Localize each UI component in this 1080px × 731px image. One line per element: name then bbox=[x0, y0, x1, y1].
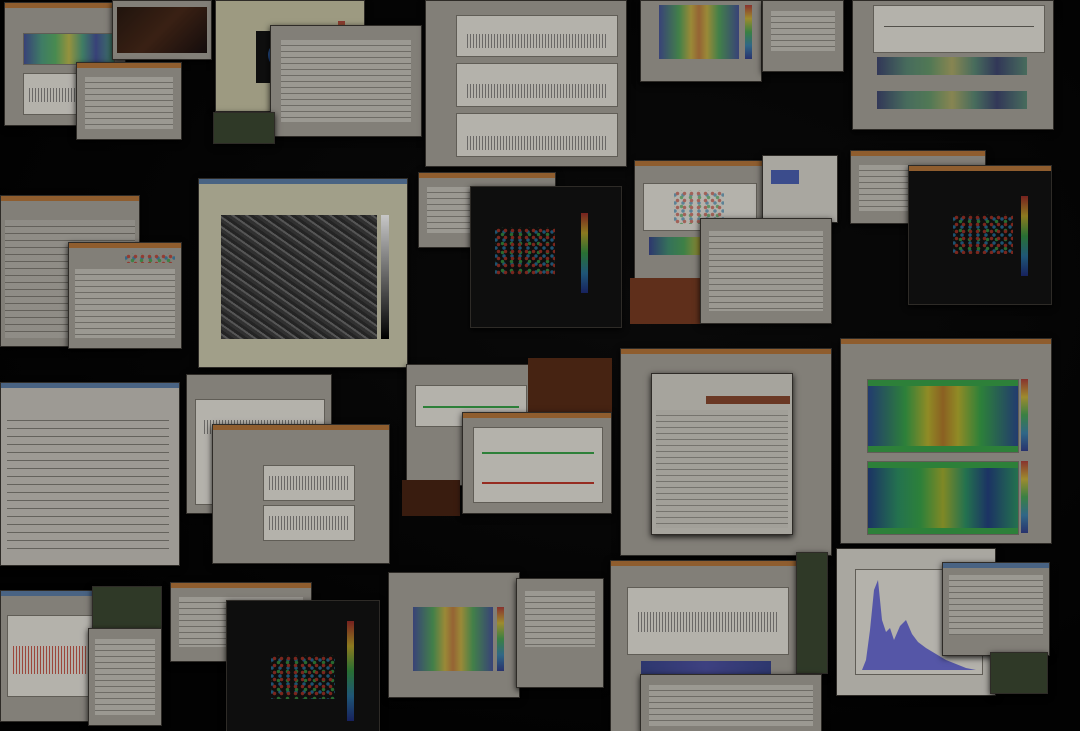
texture-panel bbox=[630, 278, 702, 324]
dialog-text bbox=[85, 77, 173, 129]
image-colorbar bbox=[381, 215, 389, 339]
green-panel bbox=[213, 112, 275, 144]
form-window-2[interactable] bbox=[88, 628, 162, 726]
spectrogram-window-2[interactable] bbox=[640, 0, 762, 82]
spectrogram-window-3[interactable] bbox=[388, 572, 520, 698]
controls-window[interactable] bbox=[700, 218, 832, 324]
spectrum-window[interactable] bbox=[852, 0, 1054, 130]
info-window[interactable] bbox=[942, 562, 1050, 656]
brown-panel-1 bbox=[528, 358, 612, 414]
spectrum-band-2 bbox=[877, 91, 1027, 109]
scatter-window[interactable] bbox=[470, 186, 622, 328]
image-viewer-window[interactable] bbox=[198, 178, 408, 368]
parameters-window[interactable] bbox=[516, 578, 604, 688]
green-panel-2 bbox=[92, 586, 162, 632]
spectrogram-image-3 bbox=[413, 607, 493, 671]
output-window[interactable] bbox=[640, 674, 822, 731]
trace-window-2[interactable] bbox=[462, 412, 612, 514]
green-panel-3 bbox=[796, 552, 828, 674]
properties-window[interactable] bbox=[620, 348, 832, 556]
properties-table[interactable] bbox=[651, 373, 793, 535]
red-trace-window[interactable] bbox=[0, 590, 98, 722]
scatter-points-3 bbox=[271, 655, 335, 699]
scatter-points bbox=[495, 227, 555, 277]
timeseries-plot-2 bbox=[456, 63, 618, 107]
scatter-window-3[interactable] bbox=[226, 600, 380, 731]
legend-swatches bbox=[125, 253, 175, 263]
timeseries-plot-1 bbox=[456, 15, 618, 57]
heatmap-panel-1 bbox=[867, 379, 1019, 453]
spectrogram-plot bbox=[23, 33, 115, 65]
scatter-window-2[interactable] bbox=[908, 165, 1052, 305]
spectrum-band bbox=[877, 57, 1027, 75]
heatmap-window[interactable] bbox=[840, 338, 1052, 544]
video-window[interactable] bbox=[112, 0, 212, 60]
legend-table-window[interactable] bbox=[68, 242, 182, 349]
dialog-window[interactable] bbox=[76, 62, 182, 140]
editor-text bbox=[7, 413, 169, 551]
form-window[interactable] bbox=[270, 25, 422, 137]
desktop-collage bbox=[0, 0, 1080, 731]
timeseries-plot-3 bbox=[456, 113, 618, 157]
timeseries-window[interactable] bbox=[425, 0, 627, 167]
green-panel-4 bbox=[990, 652, 1048, 694]
aerial-image bbox=[221, 215, 377, 339]
text-editor-window[interactable] bbox=[0, 382, 180, 566]
chart-editor-window[interactable] bbox=[212, 424, 390, 564]
brown-panel-2 bbox=[402, 480, 460, 516]
scatter-points-2 bbox=[953, 214, 1013, 254]
settings-window[interactable] bbox=[762, 0, 844, 72]
spectrogram-image bbox=[659, 5, 739, 59]
swatch-window[interactable] bbox=[762, 155, 838, 223]
heatmap-panel-2 bbox=[867, 461, 1019, 535]
